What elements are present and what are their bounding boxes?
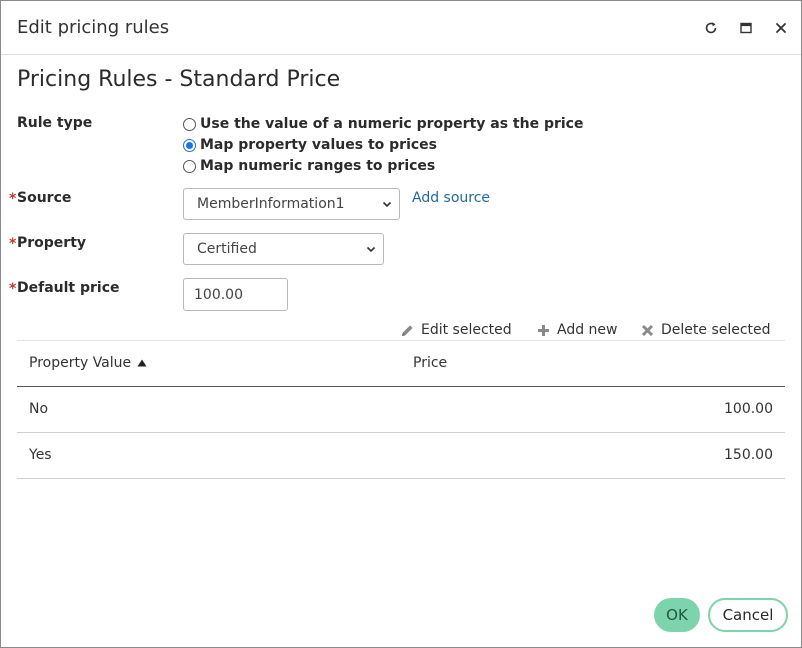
dialog-titlebar: Edit pricing rules [1,1,801,55]
source-label: Source [17,190,72,206]
table-header: Property Value Price [17,341,785,387]
delete-x-icon [641,324,654,336]
table-row[interactable]: No 100.00 [17,387,785,433]
source-select[interactable]: MemberInformation1 [183,188,400,220]
radio-unchecked[interactable] [183,159,196,173]
cell-property-value: No [29,401,49,417]
rule-type-option-label: Map property values to prices [200,137,438,153]
delete-selected-button[interactable]: Delete selected [640,320,771,340]
default-price-label: Default price [17,280,120,296]
rule-type-option-map-values[interactable]: Map property values to prices [183,135,437,155]
refresh-icon [705,22,717,34]
source-required-mark: * [9,191,17,207]
add-source-link[interactable]: Add source [412,190,490,206]
radio-checked[interactable] [183,138,196,152]
pricing-table: Property Value Price No 100.00 Yes 150.0… [17,340,785,479]
column-header-property-value[interactable]: Property Value [29,355,147,371]
delete-selected-label: Delete selected [661,322,771,338]
pencil-icon [402,324,413,336]
property-required-mark: * [9,236,17,252]
refresh-button[interactable] [702,19,720,37]
rule-type-option-map-ranges[interactable]: Map numeric ranges to prices [183,156,435,176]
edit-pricing-rules-dialog: Edit pricing rules Pricing Rules - Stand… [0,0,802,648]
rule-type-option-numeric-property[interactable]: Use the value of a numeric property as t… [183,114,583,134]
property-select[interactable]: Certified [183,233,384,265]
maximize-button[interactable] [737,19,755,37]
add-new-button[interactable]: Add new [536,320,618,340]
property-label: Property [17,235,87,251]
default-price-required-mark: * [9,281,17,297]
edit-selected-label: Edit selected [421,322,512,338]
table-row[interactable]: Yes 150.00 [17,433,785,479]
edit-selected-button[interactable]: Edit selected [400,320,512,340]
rule-type-option-label: Map numeric ranges to prices [200,158,436,174]
property-select-value: Certified [197,241,257,257]
column-header-price[interactable]: Price [413,355,447,371]
cancel-button[interactable]: Cancel [708,598,788,632]
column-header-label: Property Value [29,355,132,371]
maximize-icon [740,22,752,34]
rule-type-option-label: Use the value of a numeric property as t… [200,116,584,132]
ok-button[interactable]: OK [654,598,700,632]
close-button[interactable] [772,19,790,37]
cell-property-value: Yes [29,447,52,463]
close-icon [776,23,786,33]
cell-price: 150.00 [724,447,773,463]
chevron-down-icon [366,246,376,253]
add-new-label: Add new [557,322,618,338]
cell-price: 100.00 [724,401,773,417]
sort-ascending-icon [137,359,147,367]
plus-icon [538,324,549,336]
radio-unchecked[interactable] [183,117,196,131]
dialog-title: Edit pricing rules [17,17,170,38]
rule-type-label: Rule type [17,115,93,131]
section-title: Pricing Rules - Standard Price [17,67,341,92]
chevron-down-icon [382,201,392,208]
source-select-value: MemberInformation1 [197,196,345,212]
default-price-input[interactable] [183,278,288,311]
